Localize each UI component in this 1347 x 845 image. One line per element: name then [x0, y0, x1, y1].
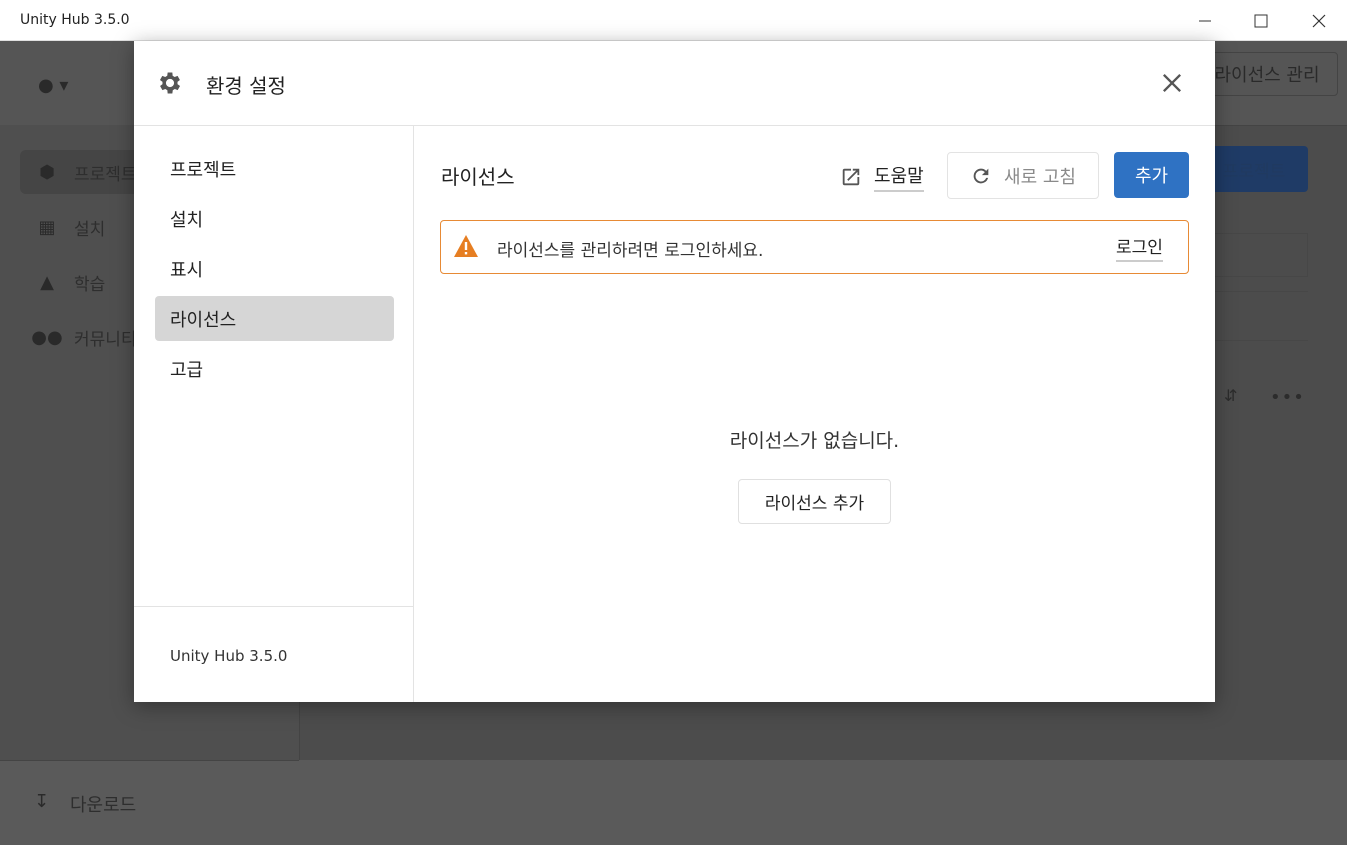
download-label: 다운로드 [70, 795, 137, 816]
maximize-icon [1254, 14, 1268, 27]
external-link-icon [842, 168, 860, 186]
window-close-button[interactable] [1290, 0, 1347, 41]
warning-icon [454, 235, 478, 257]
sidebar-item-label: 학습 [74, 274, 106, 295]
gear-icon [159, 72, 181, 94]
section-title: 라이선스 [441, 165, 515, 189]
nav-item-installs[interactable]: 설치 [155, 196, 394, 241]
warning-message: 라이선스를 관리하려면 로그인하세요. [497, 241, 764, 261]
empty-message: 라이선스가 없습니다. [729, 430, 900, 452]
people-icon: ●● [31, 326, 63, 348]
add-button[interactable]: 추가 [1114, 152, 1189, 198]
add-license-button[interactable]: 라이선스 추가 [738, 479, 891, 524]
window-title: Unity Hub 3.5.0 [20, 12, 130, 28]
preferences-dialog: 환경 설정 프로젝트 설치 표시 라이선스 고급 Unity Hub 3.5.0… [134, 41, 1215, 702]
nav-item-licenses[interactable]: 라이선스 [155, 296, 394, 341]
sidebar-item-label: 설치 [74, 219, 106, 240]
sidebar-item-label: 커뮤니티 [74, 329, 137, 350]
graduation-cap-icon: ▲ [40, 271, 54, 293]
dialog-title: 환경 설정 [206, 74, 286, 98]
more-icon[interactable]: ••• [1270, 387, 1305, 408]
help-link[interactable]: 도움말 [840, 162, 924, 192]
nav-item-appearance[interactable]: 표시 [155, 246, 394, 291]
close-icon[interactable] [1158, 69, 1186, 97]
refresh-icon [973, 168, 989, 183]
user-icon[interactable]: ● ▾ [38, 75, 68, 96]
maximize-button[interactable] [1232, 0, 1290, 41]
licenses-panel: 라이선스 도움말 새로 고침 추가 라이선스를 관리하려면 로그인하세요. 로그… [414, 126, 1215, 702]
lock-icon: ▦ [38, 216, 56, 238]
nav-item-projects[interactable]: 프로젝트 [155, 146, 394, 191]
help-label: 도움말 [874, 162, 924, 192]
refresh-label: 새로 고침 [1004, 166, 1076, 188]
download-item[interactable]: ↧ 다운로드 [0, 760, 299, 845]
version-label: Unity Hub 3.5.0 [170, 647, 288, 665]
refresh-button[interactable]: 새로 고침 [947, 152, 1099, 199]
new-project-button[interactable]: 프로젝트 [1200, 146, 1308, 192]
search-input[interactable] [1200, 233, 1308, 277]
login-warning: 라이선스를 관리하려면 로그인하세요. 로그인 [440, 220, 1189, 274]
nav-item-advanced[interactable]: 고급 [155, 346, 394, 391]
sidebar-item-label: 프로젝트 [74, 164, 137, 185]
minimize-button[interactable] [1176, 0, 1234, 41]
project-table-header [1200, 291, 1308, 341]
download-icon: ↧ [34, 791, 50, 812]
close-icon [1312, 14, 1326, 27]
sort-icon[interactable]: ⇵ [1224, 386, 1237, 405]
manage-license-button[interactable]: 라이선스 관리 [1196, 52, 1338, 96]
cube-icon: ⬢ [39, 161, 55, 183]
minimize-icon [1199, 20, 1211, 21]
nav-footer: Unity Hub 3.5.0 [134, 606, 413, 703]
login-link[interactable]: 로그인 [1116, 233, 1163, 262]
title-bar: Unity Hub 3.5.0 [0, 0, 1347, 41]
preferences-nav: 프로젝트 설치 표시 라이선스 고급 Unity Hub 3.5.0 [134, 126, 414, 702]
dialog-header: 환경 설정 [134, 41, 1215, 126]
